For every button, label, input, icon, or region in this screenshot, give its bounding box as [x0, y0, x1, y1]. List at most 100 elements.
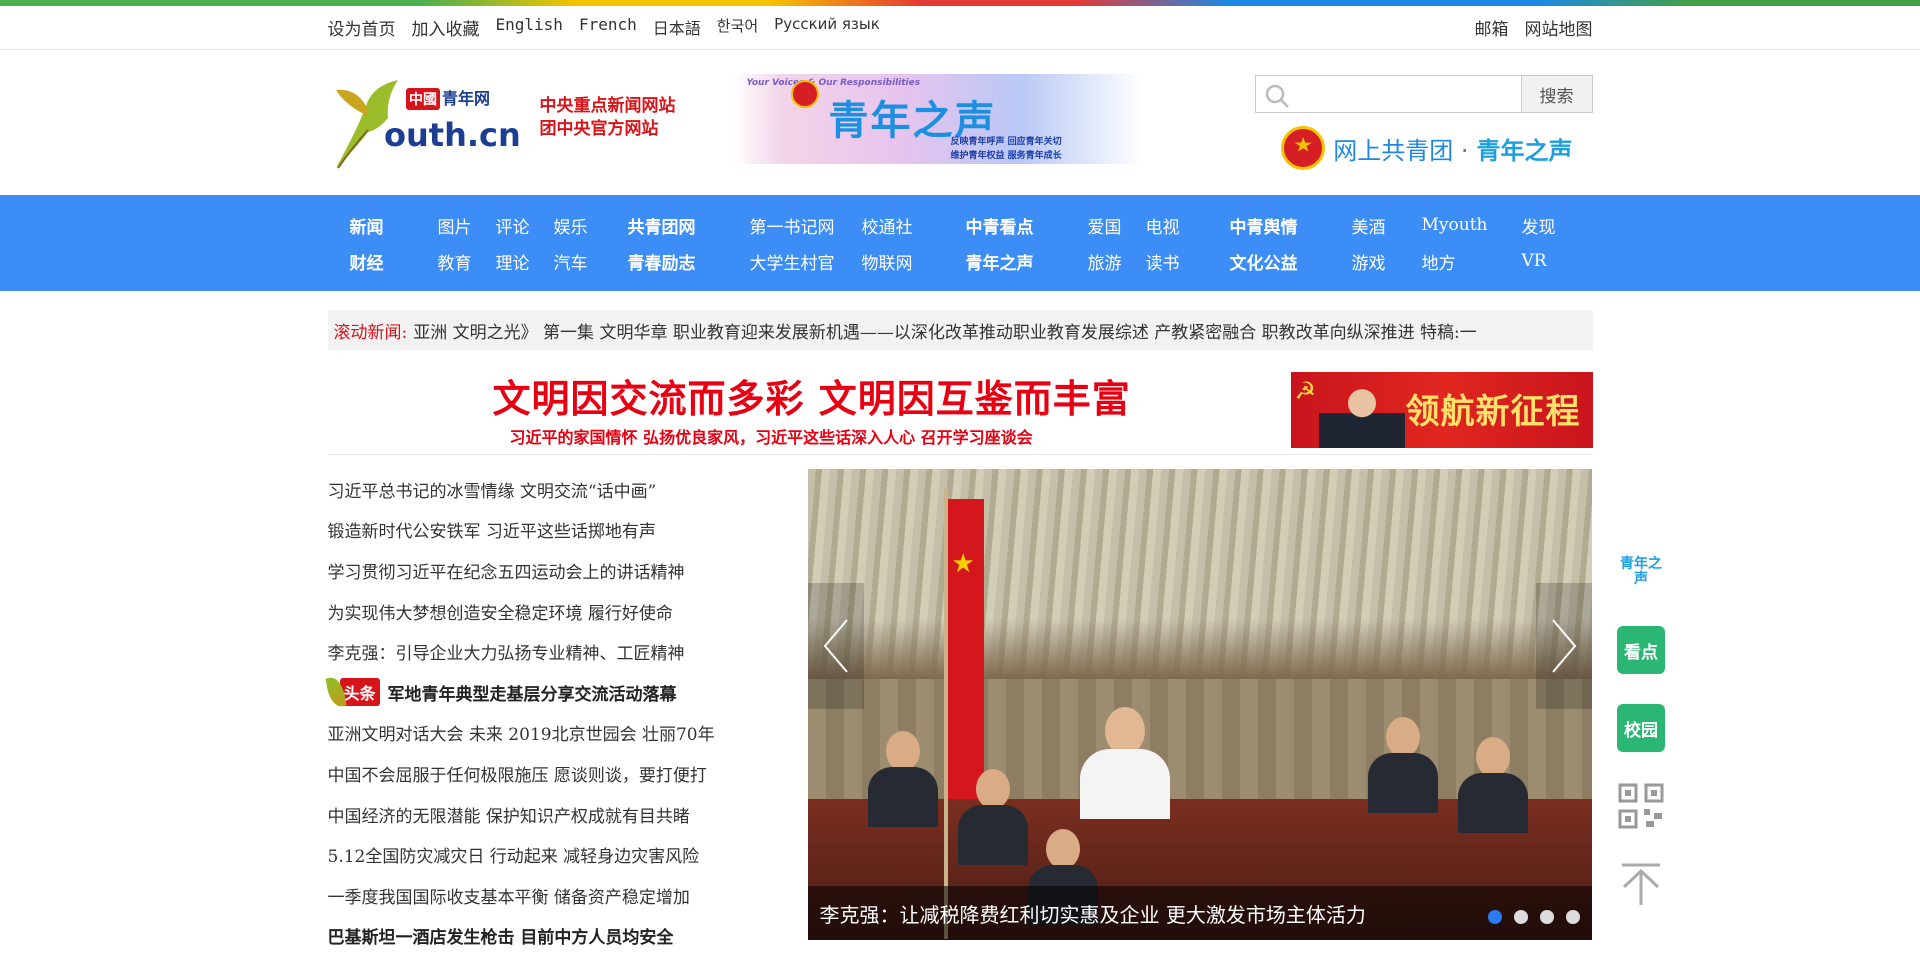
slide-dot[interactable] — [1513, 910, 1528, 924]
sitemap-link[interactable]: 网站地图 — [1525, 15, 1593, 40]
nav-item-读书[interactable]: 读书 — [1146, 243, 1216, 279]
slogan-line-1: 中央重点新闻网站 — [539, 96, 676, 116]
set-homepage-link[interactable]: 设为首页 — [328, 15, 396, 40]
french-link[interactable]: French — [579, 15, 637, 40]
youth-voice-banner[interactable]: Your Voices & Our Responsibilities 青年之声 … — [732, 74, 1143, 164]
english-link[interactable]: English — [496, 15, 563, 40]
nav-item-共青团网[interactable]: 共青团网 — [628, 207, 750, 243]
news-list-item[interactable]: 头条 军地青年典型走基层分享交流活动落幕 — [325, 672, 728, 713]
news-list-item[interactable]: 亚洲文明对话大会 未来 2019北京世园会 壮丽70年 — [328, 713, 728, 754]
attendee-figure — [1457, 737, 1528, 833]
nav-item-青年之声[interactable]: 青年之声 — [966, 243, 1088, 279]
sidebar-youth-voice[interactable]: 青年之声 — [1617, 548, 1665, 596]
news-title[interactable]: 锻造新时代公安铁军 习近平这些话掷地有声 — [328, 517, 656, 542]
search-form: 搜索 — [1254, 75, 1593, 113]
news-title[interactable]: 学习贯彻习近平在纪念五四运动会上的讲话精神 — [328, 558, 685, 583]
news-list: 习近平总书记的冰雪情缘 文明交流“话中画” 锻造新时代公安铁军 习近平这些话掷地有… — [325, 469, 728, 957]
sidebar-kandian[interactable]: 看点 — [1617, 626, 1665, 674]
ginkgo-logo-icon: 中國 青年网 outh.cn — [335, 80, 520, 169]
photo-slideshow[interactable]: 李克强：让减税降费红利切实惠及企业 更大激发市场主体活力 — [807, 469, 1592, 940]
news-list-item[interactable]: 5.12全国防灾减灾日 行动起来 减轻身边灾害风险 — [328, 834, 728, 875]
news-title[interactable]: 一季度我国国际收支基本平衡 储备资产稳定增加 — [328, 883, 690, 908]
news-title[interactable]: 中国经济的无限潜能 保护知识产权成就有目共睹 — [328, 802, 690, 827]
youth-voice-brand: 青年之声 — [1476, 136, 1573, 165]
nav-item-第一书记网[interactable]: 第一书记网 — [750, 207, 862, 243]
national-flag — [947, 499, 984, 799]
qr-code-icon — [1618, 783, 1664, 829]
nav-item-汽车[interactable]: 汽车 — [554, 243, 614, 279]
korean-link[interactable]: 한국어 — [717, 15, 758, 40]
news-list-item[interactable]: 学习贯彻习近平在纪念五四运动会上的讲话精神 — [328, 550, 728, 591]
slide-caption[interactable]: 李克强：让减税降费红利切实惠及企业 更大激发市场主体活力 — [807, 886, 1592, 940]
header: 中國 青年网 outh.cn 中央重点新闻网站 团中央官方网站 Your Voi… — [0, 50, 1920, 195]
slide-prev-button[interactable] — [807, 583, 864, 709]
headline-subtitle[interactable]: 习近平的家国情怀 弘扬优良家风，习近平这些话深入人心 召开学习座谈会 — [510, 424, 1033, 448]
nav-item-理论[interactable]: 理论 — [496, 243, 554, 279]
nav-item-地方[interactable]: 地方 — [1422, 243, 1522, 279]
nav-item-电视[interactable]: 电视 — [1146, 207, 1216, 243]
slide-dot[interactable] — [1565, 910, 1580, 924]
news-title[interactable]: 亚洲文明对话大会 未来 2019北京世园会 壮丽70年 — [328, 720, 715, 745]
slide-dot[interactable] — [1487, 910, 1502, 924]
nav-item-教育[interactable]: 教育 — [438, 243, 496, 279]
nav-item-游戏[interactable]: 游戏 — [1352, 243, 1422, 279]
news-title[interactable]: 李克强：引导企业大力弘扬专业精神、工匠精神 — [328, 639, 685, 664]
ticker-text[interactable]: 亚洲 文明之光》 第一集 文明华章 职业教育迎来发展新机遇——以深化改革推动职业… — [413, 318, 1477, 343]
nav-item-评论[interactable]: 评论 — [496, 207, 554, 243]
nav-item-爱国[interactable]: 爱国 — [1088, 207, 1146, 243]
back-to-top-icon — [1622, 863, 1660, 905]
search-input[interactable] — [1254, 75, 1521, 113]
nav-item-中青舆情[interactable]: 中青舆情 — [1230, 207, 1352, 243]
lead-new-journey-banner[interactable]: ☭ 领航新征程 — [1290, 372, 1593, 448]
news-title[interactable]: 5.12全国防灾减灾日 行动起来 减轻身边灾害风险 — [328, 842, 700, 867]
nav-item-Myouth[interactable]: Myouth — [1422, 207, 1522, 243]
main-nav: 新闻 财经 图片 教育 评论 理论 娱乐 汽车 共青团网 青春励志 第一书记网 大学生村官 校通社 物联网… — [0, 195, 1920, 291]
campus-icon: 校园 — [1624, 720, 1658, 741]
news-list-item[interactable]: 一季度我国国际收支基本平衡 储备资产稳定增加 — [328, 875, 728, 916]
nav-item-图片[interactable]: 图片 — [438, 207, 496, 243]
headline-title[interactable]: 文明因交流而多彩 文明因互鉴而丰富 — [493, 368, 1131, 423]
nav-item-娱乐[interactable]: 娱乐 — [554, 207, 614, 243]
nav-item-青春励志[interactable]: 青春励志 — [628, 243, 750, 279]
svg-text:中國: 中國 — [409, 91, 437, 108]
news-list-item[interactable]: 巴基斯坦一酒店发生枪击 目前中方人员均安全 — [328, 916, 728, 957]
nav-item-大学生村官[interactable]: 大学生村官 — [750, 243, 862, 279]
nav-item-新闻[interactable]: 新闻 — [350, 207, 438, 243]
back-to-top-button[interactable] — [1617, 860, 1665, 908]
news-title[interactable]: 习近平总书记的冰雪情缘 文明交流“话中画” — [328, 477, 657, 502]
japanese-link[interactable]: 日本語 — [653, 15, 701, 40]
sidebar-qr-code[interactable] — [1617, 782, 1665, 830]
top-links: 设为首页 加入收藏 English French 日本語 한국어 Русский… — [328, 15, 880, 40]
sidebar-campus[interactable]: 校园 — [1617, 704, 1665, 752]
russian-link[interactable]: Русский язык — [774, 15, 880, 40]
nav-item-物联网[interactable]: 物联网 — [862, 243, 952, 279]
nav-item-旅游[interactable]: 旅游 — [1088, 243, 1146, 279]
nav-item-财经[interactable]: 财经 — [350, 243, 438, 279]
news-list-item[interactable]: 锻造新时代公安铁军 习近平这些话掷地有声 — [328, 510, 728, 551]
mail-link[interactable]: 邮箱 — [1475, 15, 1509, 40]
site-logo[interactable]: 中國 青年网 outh.cn — [328, 68, 528, 172]
news-title[interactable]: 中国不会屈服于任何极限施压 愿谈则谈，要打便打 — [328, 761, 707, 786]
slide-next-button[interactable] — [1535, 583, 1592, 709]
nav-item-VR[interactable]: VR — [1522, 243, 1578, 279]
site-slogan: 中央重点新闻网站 团中央官方网站 — [540, 95, 676, 141]
youth-voice-icon: 青年之声 — [1620, 556, 1662, 587]
news-list-item[interactable]: 为实现伟大梦想创造安全稳定环境 履行好使命 — [328, 591, 728, 632]
news-title[interactable]: 巴基斯坦一酒店发生枪击 目前中方人员均安全 — [328, 923, 674, 948]
news-list-item[interactable]: 中国不会屈服于任何极限施压 愿谈则谈，要打便打 — [328, 753, 728, 794]
news-list-item[interactable]: 中国经济的无限潜能 保护知识产权成就有目共睹 — [328, 794, 728, 835]
news-list-item[interactable]: 李克强：引导企业大力弘扬专业精神、工匠精神 — [328, 631, 728, 672]
add-favorite-link[interactable]: 加入收藏 — [412, 15, 480, 40]
nav-item-校通社[interactable]: 校通社 — [862, 207, 952, 243]
nav-item-美酒[interactable]: 美酒 — [1352, 207, 1422, 243]
news-title[interactable]: 为实现伟大梦想创造安全稳定环境 履行好使命 — [328, 599, 673, 624]
online-league-link[interactable]: 网上共青团 · 青年之声 — [1281, 126, 1573, 170]
nav-item-文化公益[interactable]: 文化公益 — [1230, 243, 1352, 279]
nav-group-3: 中青看点 青年之声 爱国 旅游 电视 读书 — [966, 207, 1216, 279]
news-list-item[interactable]: 习近平总书记的冰雪情缘 文明交流“话中画” — [328, 469, 728, 510]
nav-item-中青看点[interactable]: 中青看点 — [966, 207, 1088, 243]
news-title[interactable]: 军地青年典型走基层分享交流活动落幕 — [388, 680, 677, 705]
nav-item-发现[interactable]: 发现 — [1522, 207, 1578, 243]
slide-dot[interactable] — [1539, 910, 1554, 924]
search-button[interactable]: 搜索 — [1520, 75, 1593, 113]
